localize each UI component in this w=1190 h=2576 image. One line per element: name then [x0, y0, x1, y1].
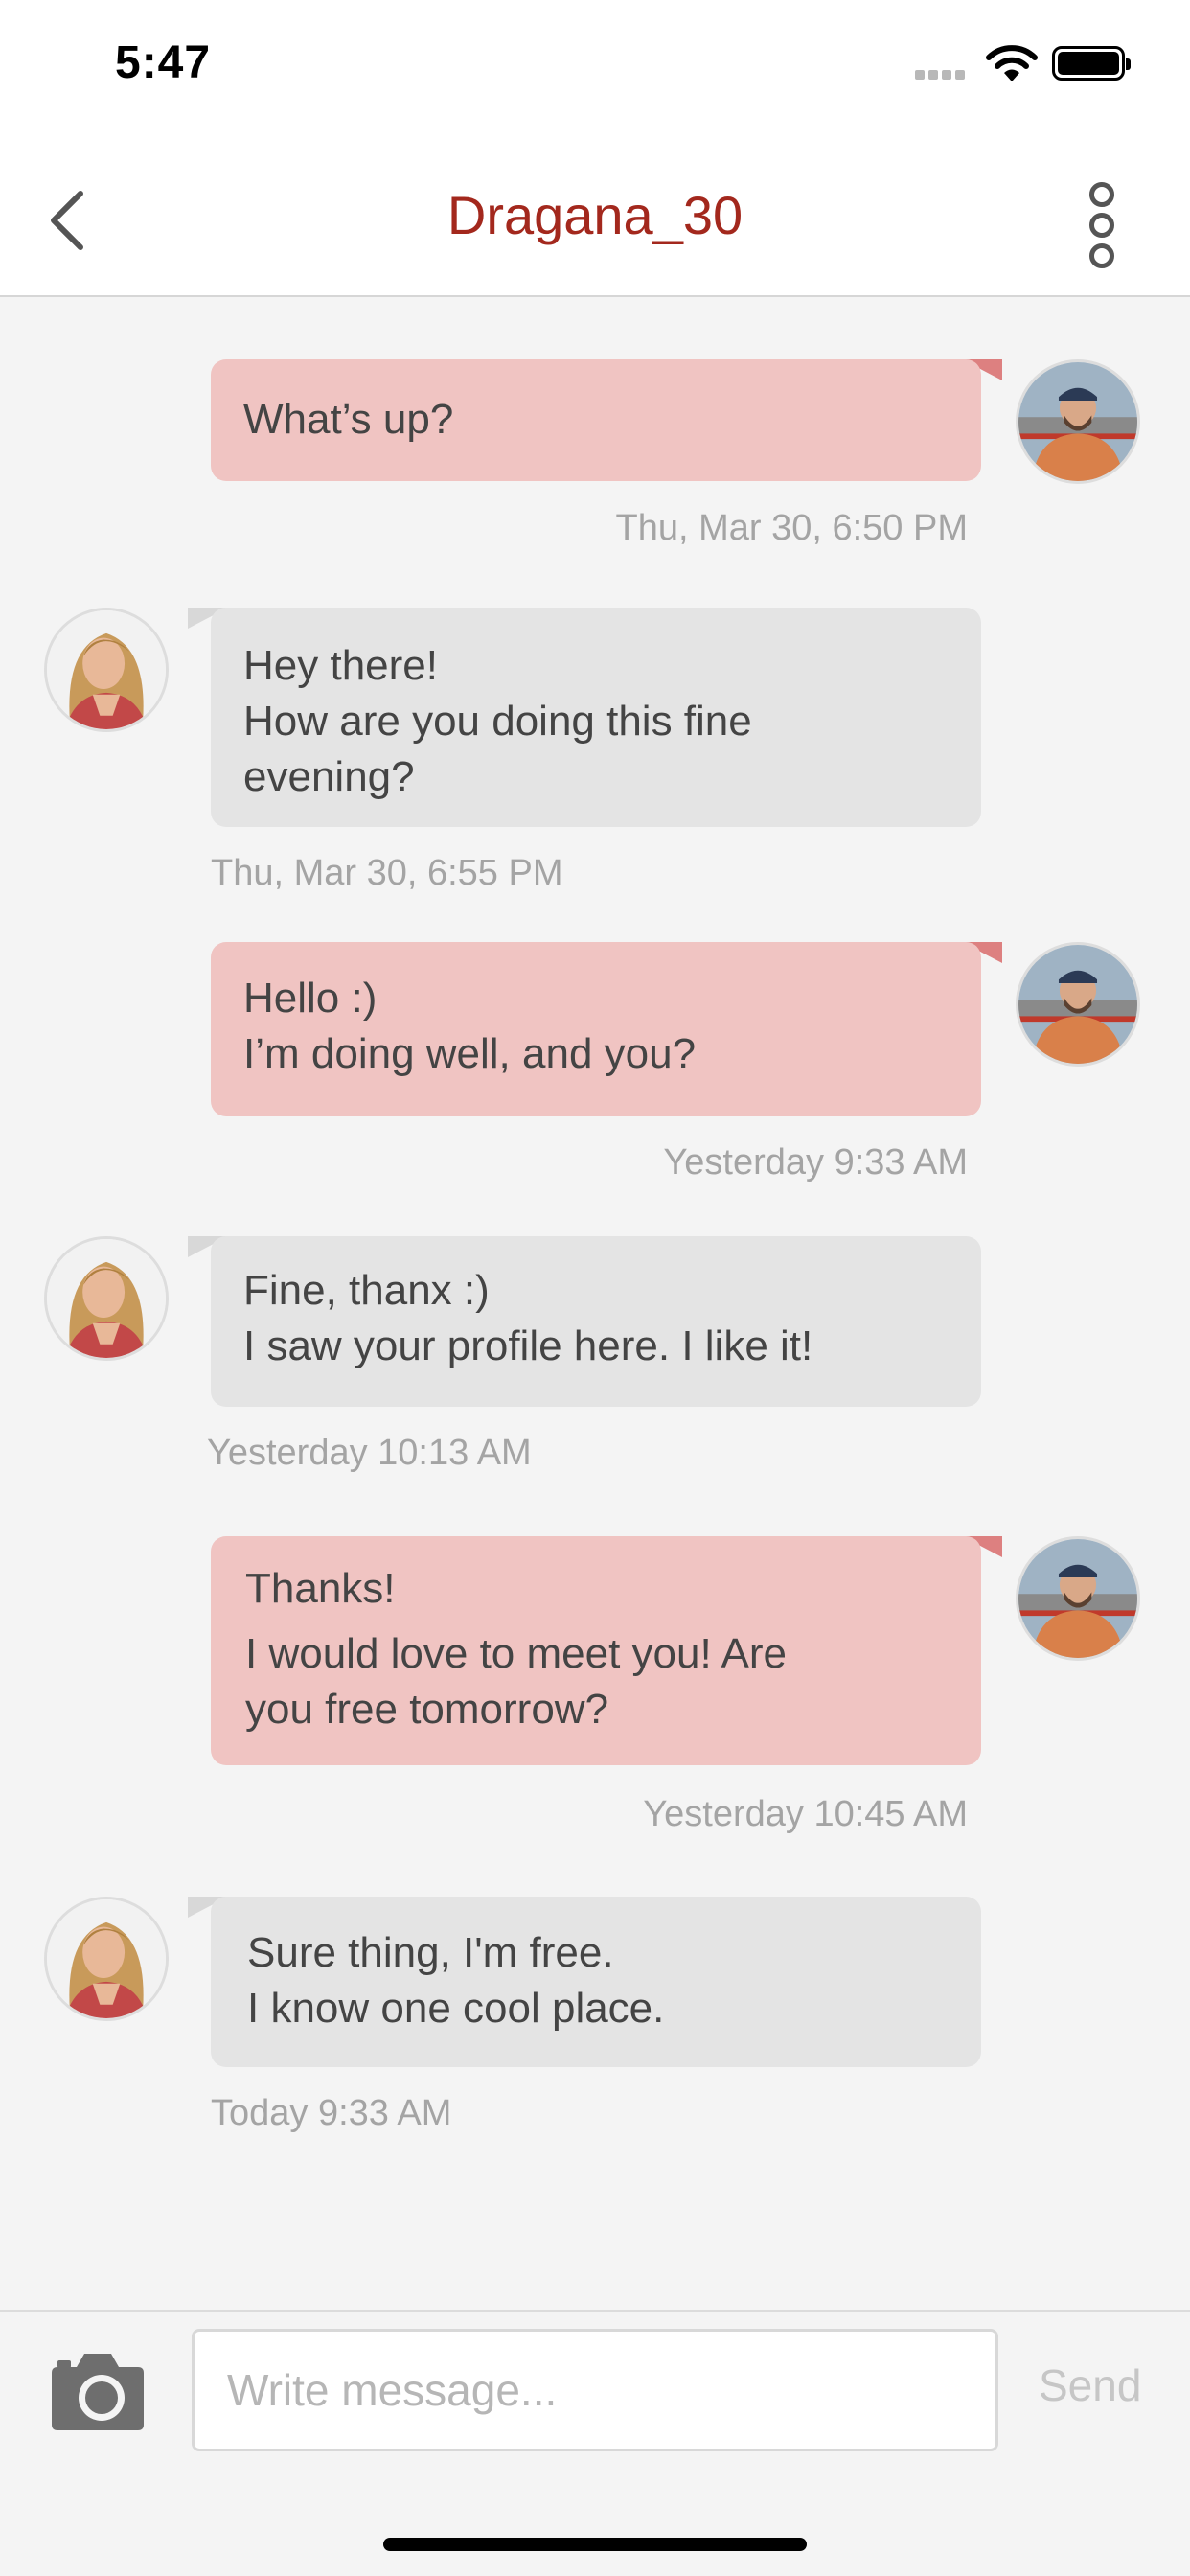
message-text: you free tomorrow?: [245, 1686, 609, 1733]
message-text: Hey there!: [243, 642, 438, 689]
message-text: Hello :): [243, 975, 378, 1022]
message-timestamp: Yesterday 9:33 AM: [663, 1142, 968, 1183]
cellular-signal-icon: [915, 67, 973, 80]
message-timestamp: Thu, Mar 30, 6:55 PM: [211, 853, 563, 893]
message-bubble: What’s up?: [211, 359, 981, 481]
chat-title: Dragana_30: [446, 185, 744, 245]
camera-icon[interactable]: [48, 2348, 148, 2432]
message-text: I saw your profile here. I like it!: [243, 1322, 813, 1369]
message-text: I know one cool place.: [247, 1985, 665, 2032]
message-text: Fine, thanx :): [243, 1267, 490, 1314]
home-indicator: [383, 2538, 807, 2551]
message-bubble: Fine, thanx :) I saw your profile here. …: [211, 1236, 981, 1407]
message-timestamp: Yesterday 10:13 AM: [207, 1433, 532, 1473]
contact-avatar[interactable]: [44, 1897, 169, 2021]
more-options-icon[interactable]: [1083, 182, 1121, 268]
nav-bar: Dragana_30: [0, 134, 1190, 297]
message-text: Sure thing, I'm free.: [247, 1929, 614, 1976]
message-text: evening?: [243, 753, 415, 800]
contact-avatar[interactable]: [44, 1236, 169, 1361]
message-timestamp: Yesterday 10:45 AM: [643, 1794, 968, 1834]
status-bar: 5:47: [0, 0, 1190, 134]
message-input[interactable]: [192, 2329, 998, 2451]
message-timestamp: Thu, Mar 30, 6:50 PM: [615, 508, 969, 548]
contact-avatar[interactable]: [44, 608, 169, 732]
my-avatar[interactable]: [1016, 359, 1140, 484]
send-button[interactable]: Send: [1039, 2359, 1141, 2411]
my-avatar[interactable]: [1016, 942, 1140, 1067]
my-avatar[interactable]: [1016, 1536, 1140, 1661]
message-bubble: Hey there! How are you doing this fine e…: [211, 608, 981, 827]
wifi-icon: [986, 45, 1038, 81]
message-text: I’m doing well, and you?: [243, 1030, 697, 1077]
message-bubble: Sure thing, I'm free. I know one cool pl…: [211, 1897, 981, 2067]
message-bubble: Hello :) I’m doing well, and you?: [211, 942, 981, 1116]
message-bubble: Thanks! I would love to meet you! Are yo…: [211, 1536, 981, 1765]
message-text: Thanks!: [245, 1565, 396, 1612]
message-text: What’s up?: [243, 396, 454, 443]
message-text: I would love to meet you! Are: [245, 1630, 787, 1677]
message-composer: Send: [0, 2310, 1190, 2576]
message-text: How are you doing this fine: [243, 698, 752, 745]
status-time: 5:47: [115, 37, 212, 88]
message-timestamp: Today 9:33 AM: [211, 2093, 452, 2133]
battery-icon: [1052, 46, 1131, 80]
